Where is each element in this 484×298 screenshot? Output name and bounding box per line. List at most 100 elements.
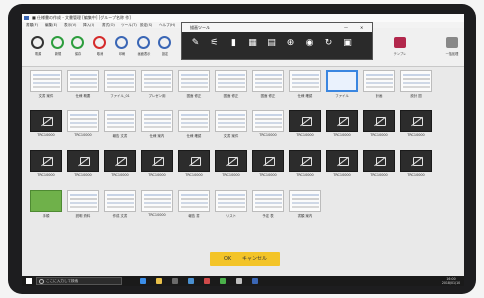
thumbnail-item[interactable]: TRC10000 [141, 190, 173, 219]
thumbnail-label: TRC10000 [370, 173, 388, 177]
media-icon[interactable] [204, 278, 210, 284]
thumbnail-item[interactable]: 文書 案件 [30, 70, 62, 99]
pen-icon[interactable]: ✎ [190, 38, 201, 49]
thumbnail-item[interactable]: 図面 修正 [252, 70, 284, 99]
thumbnail-item[interactable]: 報告 文書 [104, 110, 136, 139]
zoom-icon[interactable]: ⊕ [285, 38, 296, 49]
thumbnail-item[interactable]: TRC10000 [30, 110, 62, 139]
ribbon-right-button[interactable]: 一括処理 [442, 36, 462, 60]
image-placeholder-icon [363, 110, 395, 132]
thumbnail-item[interactable]: 仕様 案内 [141, 110, 173, 139]
mail-icon[interactable] [188, 278, 194, 284]
toolbar-icon [93, 36, 106, 49]
thumbnail-item[interactable]: TRC10000 [252, 150, 284, 179]
system-tray[interactable]: 16:00 2018/01/10 [398, 276, 464, 286]
ribbon-right-button[interactable]: テンプレ [390, 36, 410, 60]
toolbar-button[interactable]: 保存 [68, 36, 88, 62]
thumbnail-item[interactable]: 書類 案内 [289, 190, 321, 219]
thumbnail-item[interactable]: TRC10000 [326, 150, 358, 179]
palette-title-bar[interactable]: 描画ツール — ✕ [182, 23, 372, 32]
toolbar-button[interactable]: 取消 [90, 36, 110, 62]
thumbnail-item[interactable]: 説明 資料 [67, 190, 99, 219]
thumbnail-label: プレゼン用 [148, 94, 166, 98]
thumbnail-label: TRC10000 [148, 173, 166, 177]
thumbnail-item[interactable]: 文書 案件 [215, 110, 247, 139]
search-placeholder: ここに入力して検索 [46, 279, 79, 283]
eraser-icon[interactable]: ▮ [228, 38, 239, 49]
stamp-icon[interactable]: ◉ [304, 38, 315, 49]
refresh-icon[interactable]: ↻ [323, 38, 334, 49]
thumbnail-item[interactable]: 設計 図 [400, 70, 432, 99]
thumbnail-image [67, 70, 99, 92]
thumbnail-label: 説明 資料 [75, 214, 91, 218]
toolbar-button[interactable]: 印刷 [112, 36, 132, 62]
toolbar-button[interactable]: 画面表示 [134, 36, 154, 62]
thumbnail-item[interactable]: 仕様 確認 [289, 70, 321, 99]
cancel-button[interactable]: キャンセル [242, 252, 267, 266]
thumbnail-label: 手順 [42, 214, 50, 218]
thumbnail-item[interactable]: 報告 書 [178, 190, 210, 219]
marker-icon[interactable]: ⚟ [209, 38, 220, 49]
title-bar: ■ 仕様書の作成 - 文書管理 [編集中] [グループ名称 作] [22, 14, 464, 22]
thumbnail-item[interactable]: 手順 [30, 190, 62, 219]
word-icon[interactable] [252, 278, 258, 284]
thumbnail-label: 文書 案件 [223, 134, 239, 138]
thumbnail-item[interactable]: TRC10000 [400, 110, 432, 139]
thumbnail-item[interactable]: TRC10000 [141, 150, 173, 179]
thumbnail-item[interactable]: 図面 修正 [178, 70, 210, 99]
thumbnail-image [289, 190, 321, 212]
thumbnail-label: TRC10000 [370, 133, 388, 137]
thumbnail-item[interactable]: TRC10000 [252, 110, 284, 139]
thumbnail-item[interactable]: TRC10000 [67, 150, 99, 179]
thumbnail-item[interactable]: TRC10000 [30, 150, 62, 179]
toolbar-button[interactable]: 電源 [28, 36, 48, 62]
palette-minimize-button[interactable]: — [344, 23, 348, 32]
thumbnail-item[interactable]: TRC10000 [289, 150, 321, 179]
chrome-icon[interactable] [220, 278, 226, 284]
thumbnail-item[interactable]: 予定 表 [252, 190, 284, 219]
start-button[interactable] [26, 278, 32, 284]
grid-icon[interactable]: ▦ [247, 38, 258, 49]
thumbnail-item[interactable]: TRC10000 [400, 150, 432, 179]
camera-icon[interactable]: ▣ [342, 38, 353, 49]
tile-icon[interactable]: ▤ [266, 38, 277, 49]
app-icon[interactable] [236, 278, 242, 284]
thumbnail-item[interactable]: 仕様 確認 [178, 110, 210, 139]
thumbnail-item[interactable]: 図面 修正 [215, 70, 247, 99]
thumbnail-item[interactable]: TRC10000 [104, 150, 136, 179]
edge-icon[interactable] [140, 278, 146, 284]
thumbnail-item[interactable]: TRC10000 [215, 150, 247, 179]
clock[interactable]: 16:00 2018/01/10 [440, 277, 462, 286]
ribbon-label: 一括処理 [445, 52, 459, 56]
thumbnail-item[interactable]: TRC10000 [363, 110, 395, 139]
ribbon-icon [446, 37, 458, 48]
thumbnail-item[interactable]: TRC10000 [326, 110, 358, 139]
store-icon[interactable] [172, 278, 178, 284]
toolbar-button[interactable]: 新規 [48, 36, 68, 62]
thumbnail-item[interactable]: TRC10000 [67, 110, 99, 139]
toolbar-icon [137, 36, 150, 49]
thumbnail-item[interactable]: ファイル [326, 70, 358, 99]
thumbnail-item[interactable]: 計画 [363, 70, 395, 99]
palette-close-button[interactable]: ✕ [360, 23, 363, 32]
thumbnail-image [363, 70, 395, 92]
thumbnail-item[interactable]: TRC10000 [178, 150, 210, 179]
thumbnail-item[interactable]: ファイル_01 [104, 70, 136, 99]
thumbnail-item[interactable]: TRC10000 [363, 150, 395, 179]
toolbar-button[interactable]: 設定 [155, 36, 175, 62]
folder-icon[interactable] [156, 278, 162, 284]
thumbnail-item[interactable]: 仕様 概要 [67, 70, 99, 99]
toolbar-icon [31, 36, 44, 49]
thumbnail-item[interactable]: プレゼン用 [141, 70, 173, 99]
image-placeholder-icon [104, 150, 136, 172]
ok-button[interactable]: OK [224, 252, 231, 266]
thumbnail-label: TRC10000 [407, 133, 425, 137]
thumbnail-item[interactable]: リスト [215, 190, 247, 219]
thumbnail-image [30, 190, 62, 212]
thumbnail-label: TRC10000 [37, 133, 55, 137]
taskbar-search-input[interactable]: ここに入力して検索 [36, 277, 122, 285]
thumbnail-item[interactable]: TRC10000 [289, 110, 321, 139]
thumbnail-image [104, 70, 136, 92]
thumbnail-item[interactable]: 作成 文書 [104, 190, 136, 219]
toolbar-icon [71, 36, 84, 49]
